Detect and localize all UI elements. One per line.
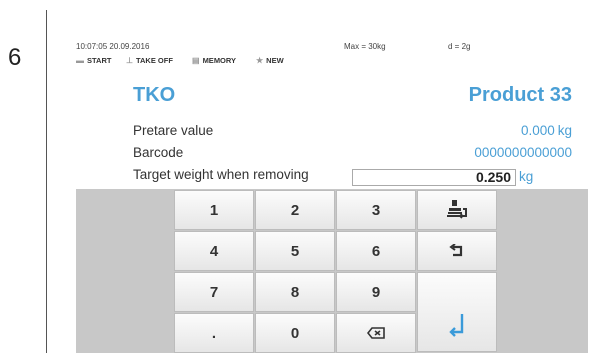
- margin-line: [46, 10, 47, 353]
- scale-screen: 10:07:05 20.09.2016 Max = 30kg d = 2g ▬ …: [76, 40, 588, 353]
- start-button[interactable]: ▬ START: [76, 56, 111, 65]
- status-division: d = 2g: [448, 42, 471, 51]
- target-weight-unit: kg: [519, 169, 534, 184]
- key-3[interactable]: 3: [336, 190, 416, 230]
- key-4[interactable]: 4: [174, 231, 254, 271]
- key-0[interactable]: 0: [255, 313, 335, 353]
- memory-icon: ▤: [192, 56, 200, 65]
- barcode-label: Barcode: [133, 145, 184, 160]
- target-weight-label: Target weight when removing: [133, 167, 309, 182]
- key-6[interactable]: 6: [336, 231, 416, 271]
- weigh-in-icon: [447, 200, 467, 219]
- scale-icon: ▬: [76, 56, 84, 65]
- key-9[interactable]: 9: [336, 272, 416, 312]
- pretare-label: Pretare value: [133, 123, 214, 138]
- step-number: 6: [8, 44, 22, 71]
- delete-button[interactable]: [336, 313, 416, 353]
- numeric-keypad: 1 2 3 4 5 6 7 8 9 . 0: [76, 189, 588, 353]
- mode-title: TKO: [133, 84, 176, 106]
- memory-label: MEMORY: [202, 56, 237, 65]
- key-7[interactable]: 7: [174, 272, 254, 312]
- backspace-icon: [449, 244, 463, 257]
- status-datetime: 10:07:05 20.09.2016: [76, 42, 150, 51]
- take-off-label: TAKE OFF: [135, 56, 173, 65]
- enter-button[interactable]: [417, 272, 497, 352]
- pretare-unit: kg: [557, 123, 572, 138]
- take-off-button[interactable]: ⊥ TAKE OFF: [126, 56, 173, 65]
- key-decimal-point[interactable]: .: [174, 313, 254, 353]
- take-off-icon: ⊥: [126, 56, 133, 65]
- start-label: START: [87, 56, 112, 65]
- new-label: NEW: [266, 56, 284, 65]
- star-icon: ★: [256, 56, 264, 65]
- backspace-button[interactable]: [417, 231, 497, 271]
- status-max-capacity: Max = 30kg: [344, 42, 386, 51]
- pretare-value: 0.000: [520, 123, 555, 138]
- status-bar: 10:07:05 20.09.2016 Max = 30kg d = 2g: [76, 42, 588, 54]
- key-5[interactable]: 5: [255, 231, 335, 271]
- memory-button[interactable]: ▤ MEMORY: [192, 56, 236, 65]
- target-weight-input[interactable]: 0.250: [352, 169, 516, 186]
- delete-icon: [367, 327, 385, 339]
- key-2[interactable]: 2: [255, 190, 335, 230]
- product-title: Product 33: [468, 84, 572, 106]
- key-8[interactable]: 8: [255, 272, 335, 312]
- barcode-value: 0000000000000: [474, 145, 572, 160]
- weigh-in-button[interactable]: [417, 190, 497, 230]
- enter-icon: [449, 314, 464, 337]
- pretare-value-display: 0.000 kg: [521, 123, 572, 138]
- key-1[interactable]: 1: [174, 190, 254, 230]
- new-button[interactable]: ★ NEW: [256, 56, 284, 65]
